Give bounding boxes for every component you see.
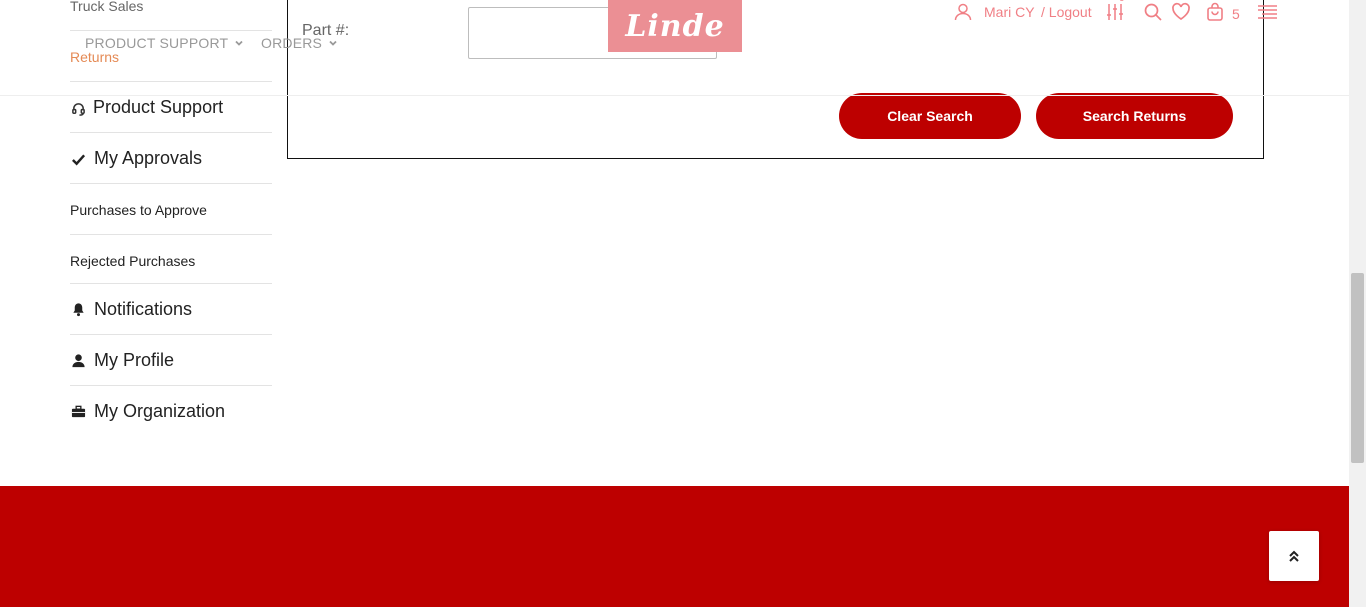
- nav-product-support[interactable]: PRODUCT SUPPORT: [85, 35, 244, 51]
- user-icon: [70, 352, 86, 368]
- search-icon[interactable]: [1143, 2, 1163, 22]
- briefcase-icon: [70, 403, 86, 419]
- sidebar-item-label: Notifications: [94, 299, 193, 319]
- linde-logo[interactable]: Linde: [608, 0, 742, 52]
- sidebar-item-label: Returns: [70, 49, 120, 65]
- compare-icon[interactable]: [1105, 2, 1125, 22]
- clear-search-button[interactable]: Clear Search: [839, 93, 1021, 139]
- nav-label: ORDERS: [261, 35, 323, 51]
- back-to-top-button[interactable]: [1269, 531, 1319, 581]
- sidebar-item-purchases-to-approve[interactable]: Purchases to Approve: [70, 184, 272, 235]
- headset-icon: [70, 100, 86, 116]
- account-icon[interactable]: [953, 2, 973, 22]
- scrollbar-thumb[interactable]: [1351, 273, 1364, 463]
- checkmark-icon: [70, 151, 86, 167]
- search-returns-button[interactable]: Search Returns: [1036, 93, 1233, 139]
- sidebar-item-product-support[interactable]: Product Support: [70, 82, 272, 133]
- sidebar-item-truck-sales[interactable]: Truck Sales: [70, 0, 272, 31]
- sidebar-item-label: Truck Sales: [70, 0, 144, 14]
- sidebar-item-label: My Profile: [94, 350, 175, 370]
- nav-label: PRODUCT SUPPORT: [85, 35, 229, 51]
- sidebar-item-label: Purchases to Approve: [70, 202, 207, 218]
- sidebar-item-label: Product Support: [93, 97, 224, 117]
- sidebar-item-notifications[interactable]: Notifications: [70, 284, 272, 335]
- menu-icon[interactable]: [1257, 2, 1277, 22]
- nav-orders[interactable]: ORDERS: [261, 35, 338, 51]
- compare-count: 0: [1119, 0, 1125, 4]
- cart-count: 5: [1232, 6, 1240, 22]
- sidebar-item-label: Rejected Purchases: [70, 253, 196, 269]
- wishlist-heart-icon[interactable]: [1171, 2, 1191, 22]
- bell-icon: [70, 301, 86, 317]
- sidebar-item-my-organization[interactable]: My Organization: [70, 386, 272, 436]
- sidebar-item-my-approvals[interactable]: My Approvals: [70, 133, 272, 184]
- site-footer: [0, 486, 1349, 607]
- double-chevron-up-icon: [1289, 550, 1299, 562]
- user-name-link[interactable]: Mari CY: [984, 4, 1035, 20]
- logout-link[interactable]: / Logout: [1041, 4, 1092, 20]
- logo-text: Linde: [625, 8, 725, 44]
- sidebar-item-label: My Organization: [94, 401, 226, 421]
- sidebar-item-rejected-purchases[interactable]: Rejected Purchases: [70, 235, 272, 284]
- sidebar-item-my-profile[interactable]: My Profile: [70, 335, 272, 386]
- sidebar-item-label: My Approvals: [94, 148, 203, 168]
- cart-icon[interactable]: [1205, 2, 1225, 22]
- chevron-down-icon: [235, 40, 243, 46]
- chevron-down-icon: [329, 40, 337, 46]
